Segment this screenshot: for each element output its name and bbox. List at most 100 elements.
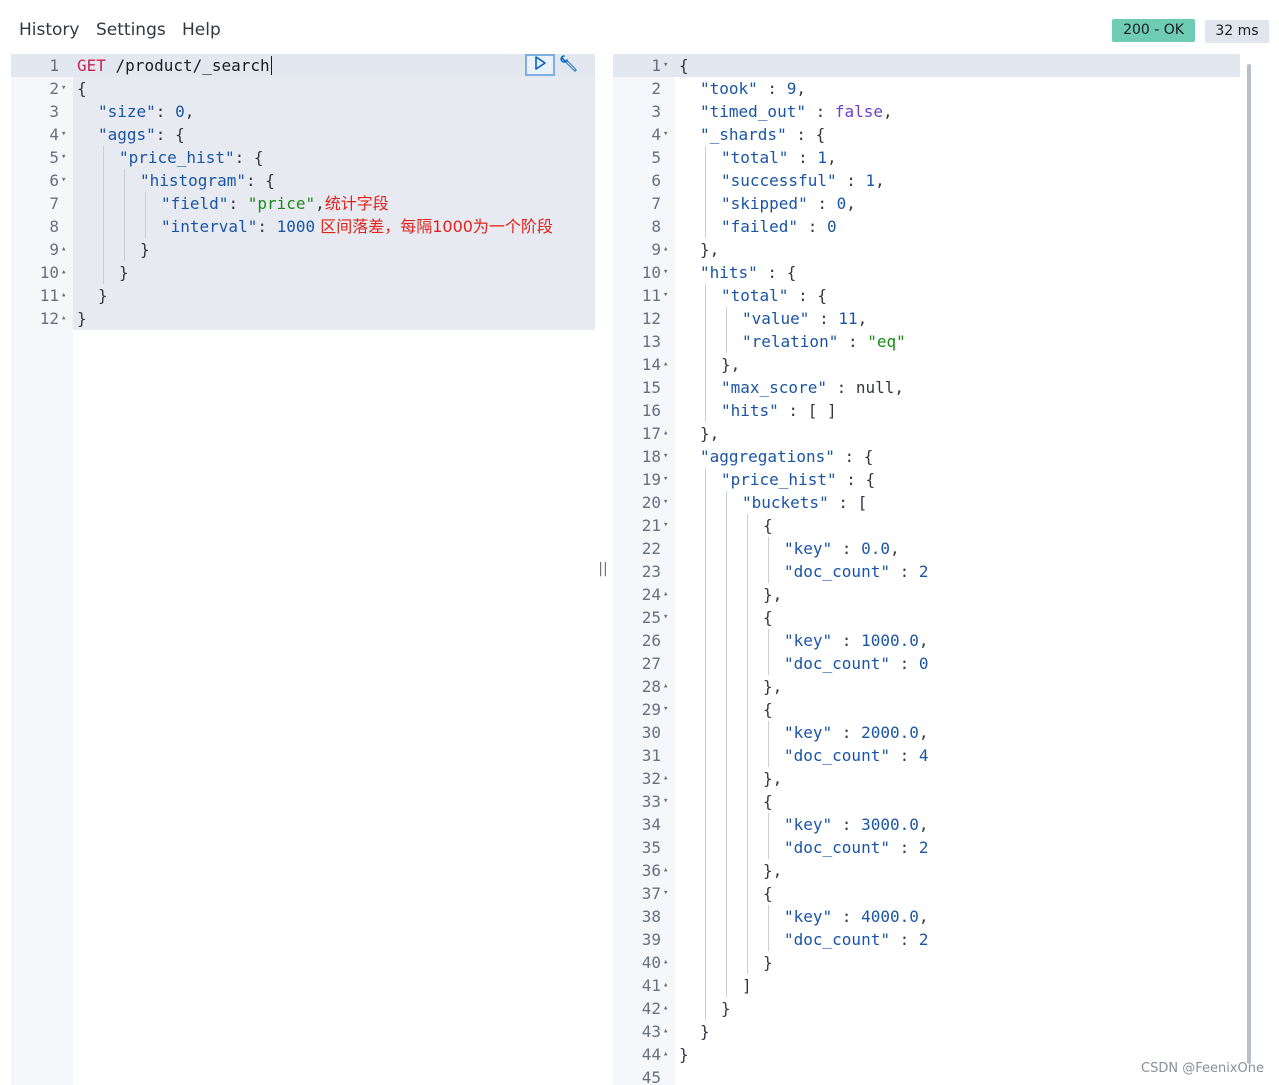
- fold-caret-down-icon[interactable]: ▾: [61, 169, 66, 192]
- fold-caret-down-icon[interactable]: ▾: [663, 54, 668, 77]
- fold-caret-down-icon[interactable]: ▾: [663, 790, 668, 813]
- line-number-text: 35: [641, 838, 661, 857]
- fold-caret-up-icon[interactable]: ▴: [663, 238, 668, 261]
- fold-caret-up-icon[interactable]: ▴: [663, 353, 668, 376]
- line-number-text: 14: [641, 355, 661, 374]
- fold-caret-up-icon[interactable]: ▴: [61, 261, 66, 284]
- request-settings-button[interactable]: [558, 55, 580, 77]
- code-line: }: [73, 284, 595, 307]
- request-editor[interactable]: 1 2 ▾ 3 4 ▾ 5 ▾ 6 ▾ 7 8 9 ▴ 10 ▴ 11 ▴ 12 ▴ GET /product/_se…: [11, 54, 595, 1085]
- indent-guide: [705, 652, 706, 675]
- indent-guide: [768, 744, 769, 767]
- line-number-text: 2: [651, 79, 661, 98]
- code-line: "size": 0,: [73, 100, 595, 123]
- fold-caret-up-icon[interactable]: ▴: [663, 997, 668, 1020]
- fold-caret-down-icon[interactable]: ▾: [663, 261, 668, 284]
- line-number-text: 40: [641, 953, 661, 972]
- fold-caret-down-icon[interactable]: ▾: [663, 284, 668, 307]
- fold-caret-up-icon[interactable]: ▴: [663, 951, 668, 974]
- code-line: "price_hist": {: [73, 146, 595, 169]
- indent-guide: [705, 491, 706, 514]
- fold-caret-down-icon[interactable]: ▾: [663, 882, 668, 905]
- fold-caret-up-icon[interactable]: ▴: [663, 767, 668, 790]
- line-number-text: 16: [641, 401, 661, 420]
- code-token: ,: [857, 309, 868, 328]
- fold-caret-down-icon[interactable]: ▾: [663, 123, 668, 146]
- fold-caret-up-icon[interactable]: ▴: [663, 422, 668, 445]
- indent-guide: [705, 583, 706, 606]
- code-line: "aggregations" : {: [675, 445, 1253, 468]
- indent-guide: [726, 836, 727, 859]
- code-token: "timed_out": [700, 102, 806, 121]
- fold-caret-up-icon[interactable]: ▴: [61, 307, 66, 330]
- line-number-text: 34: [641, 815, 661, 834]
- fold-caret-up-icon[interactable]: ▴: [663, 675, 668, 698]
- indent-guide: [705, 376, 706, 399]
- indent-guide: [768, 813, 769, 836]
- fold-caret-up-icon[interactable]: ▴: [663, 974, 668, 997]
- fold-caret-down-icon[interactable]: ▾: [61, 77, 66, 100]
- response-scrollbar[interactable]: [1247, 64, 1251, 1064]
- menu-settings[interactable]: Settings: [96, 20, 166, 40]
- line-number-text: 5: [49, 148, 59, 167]
- indent-guide: [747, 675, 748, 698]
- fold-caret-down-icon[interactable]: ▾: [61, 123, 66, 146]
- code-token: }: [721, 999, 731, 1018]
- indent-guide: [103, 238, 104, 261]
- line-number-text: 22: [641, 539, 661, 558]
- code-token: "doc_count": [784, 930, 890, 949]
- code-token: }: [98, 286, 108, 305]
- fold-caret-down-icon[interactable]: ▾: [663, 698, 668, 721]
- run-request-button[interactable]: [525, 54, 555, 76]
- code-token: :: [757, 79, 787, 98]
- fold-caret-down-icon[interactable]: ▾: [663, 445, 668, 468]
- code-token: 1: [865, 171, 876, 190]
- code-line: }: [675, 997, 1253, 1020]
- code-line: "doc_count" : 2: [675, 560, 1253, 583]
- line-number: 40 ▴: [613, 951, 675, 974]
- line-number: 34: [613, 813, 675, 836]
- indent-guide: [726, 652, 727, 675]
- line-number: 13: [613, 330, 675, 353]
- line-number-text: 17: [641, 424, 661, 443]
- fold-caret-up-icon[interactable]: ▴: [61, 238, 66, 261]
- code-line: }: [675, 1020, 1253, 1043]
- fold-caret-up-icon[interactable]: ▴: [663, 1020, 668, 1043]
- code-token: "skipped": [721, 194, 808, 213]
- line-number-text: 3: [651, 102, 661, 121]
- line-number: 31: [613, 744, 675, 767]
- fold-caret-up-icon[interactable]: ▴: [663, 859, 668, 882]
- code-line: },: [675, 238, 1253, 261]
- indent-guide: [726, 974, 727, 997]
- line-number: 14 ▴: [613, 353, 675, 376]
- response-viewer[interactable]: 1 ▾ 2 3 4 ▾ 5 6 7 8 9 ▴ 10 ▾ 11 ▾ 12 13 14 ▴ 15 16 17 ▴ 18 ▾ 19 ▾ 20…: [613, 54, 1253, 1085]
- indent-guide: [124, 192, 125, 215]
- line-number: 29 ▾: [613, 698, 675, 721]
- line-number: 2: [613, 77, 675, 100]
- line-number: 11 ▾: [613, 284, 675, 307]
- fold-caret-down-icon[interactable]: ▾: [663, 606, 668, 629]
- menu-history[interactable]: History: [19, 20, 79, 40]
- fold-caret-up-icon[interactable]: ▴: [61, 284, 66, 307]
- code-token: : {: [155, 125, 185, 144]
- fold-caret-down-icon[interactable]: ▾: [663, 468, 668, 491]
- line-number: 8: [613, 215, 675, 238]
- line-number-text: 20: [641, 493, 661, 512]
- request-code[interactable]: GET /product/_search{"size": 0, "aggs": {…: [73, 54, 595, 1085]
- fold-caret-down-icon[interactable]: ▾: [663, 491, 668, 514]
- fold-caret-down-icon[interactable]: ▾: [663, 514, 668, 537]
- indent-guide: [705, 790, 706, 813]
- menu-help[interactable]: Help: [182, 20, 221, 40]
- code-token: "hits": [721, 401, 779, 420]
- code-token: ,: [184, 102, 195, 121]
- code-token: }: [763, 953, 773, 972]
- fold-caret-up-icon[interactable]: ▴: [663, 583, 668, 606]
- resize-handle-icon[interactable]: ||: [598, 560, 608, 578]
- indent-guide: [103, 215, 104, 238]
- fold-caret-down-icon[interactable]: ▾: [61, 146, 66, 169]
- indent-guide: [768, 928, 769, 951]
- fold-caret-up-icon[interactable]: ▴: [663, 1043, 668, 1066]
- code-token: 2: [918, 838, 929, 857]
- code-token: : {: [786, 125, 826, 144]
- indent-guide: [726, 560, 727, 583]
